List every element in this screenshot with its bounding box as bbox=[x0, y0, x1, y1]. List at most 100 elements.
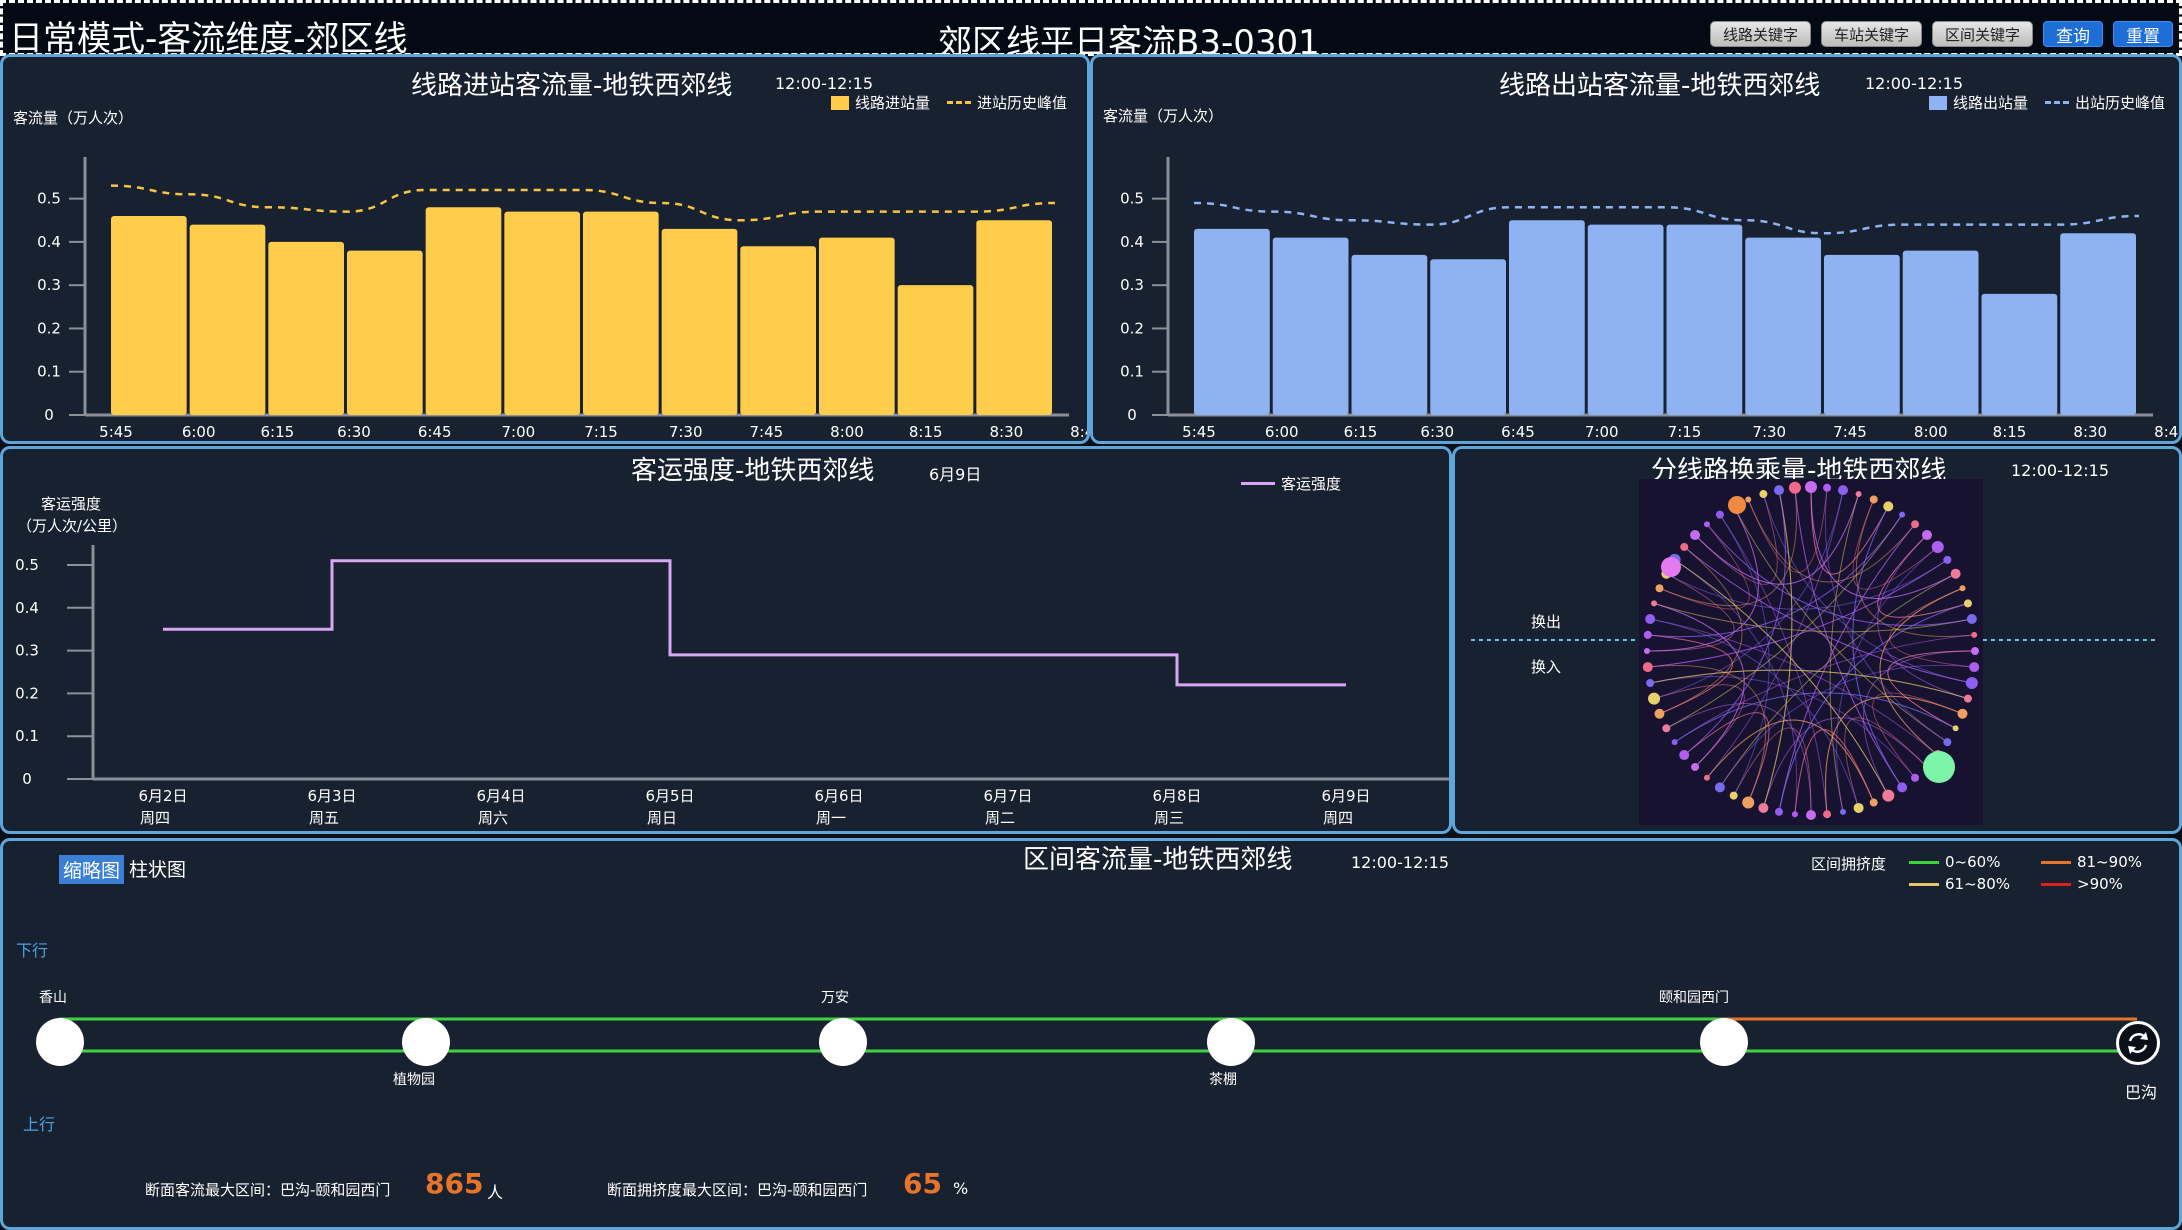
x-tick-label: 8:15 bbox=[1993, 423, 2027, 441]
x-tick-label: 8:45 bbox=[1070, 423, 1090, 441]
station-wanan[interactable] bbox=[819, 1018, 867, 1066]
bar bbox=[347, 250, 423, 415]
entry-flow-chart: 0 0.1 0.2 0.3 0.4 0.5 5:45 6:00 6:15 6:30 6:45 7:00… bbox=[37, 157, 1090, 441]
station-chapeng[interactable] bbox=[1207, 1018, 1255, 1066]
x-tick-sublabel: 周四 bbox=[140, 809, 170, 827]
y-tick-label: 0.3 bbox=[1120, 276, 1144, 294]
bar bbox=[1745, 237, 1821, 415]
x-tick-label: 6月5日 bbox=[645, 787, 694, 805]
query-button[interactable]: 查询 bbox=[2043, 21, 2103, 47]
mode-title: 日常模式-客流维度-郊区线 bbox=[9, 19, 408, 59]
station-label-yiheyuanximen: 颐和园西门 bbox=[1659, 990, 1729, 1006]
chord-node bbox=[1855, 491, 1862, 498]
chord-node bbox=[1655, 584, 1664, 593]
x-tick-label: 6月7日 bbox=[983, 787, 1032, 805]
reset-button[interactable]: 重置 bbox=[2113, 21, 2173, 47]
x-tick-sublabel: 周三 bbox=[1154, 809, 1184, 827]
x-tick-label: 7:15 bbox=[584, 423, 618, 441]
bar bbox=[2060, 233, 2136, 415]
chord-node bbox=[1646, 678, 1655, 687]
max-crowd-value: 65 bbox=[903, 1167, 942, 1200]
y-tick-label: 0.3 bbox=[37, 276, 61, 294]
chord-node bbox=[1899, 511, 1906, 518]
y-tick-label: 0 bbox=[22, 770, 32, 788]
transfer-chord-diagram bbox=[1471, 479, 2155, 825]
y-tick-label: 0.1 bbox=[15, 727, 39, 745]
intensity-line bbox=[163, 559, 1346, 687]
chord-node bbox=[1654, 708, 1665, 719]
bar bbox=[111, 215, 187, 415]
chord-node bbox=[1643, 630, 1652, 639]
chord-node bbox=[1952, 725, 1959, 732]
chord-node bbox=[1966, 614, 1977, 625]
section-keyword-button[interactable]: 区间关键字 bbox=[1931, 21, 2033, 47]
x-tick-label: 6月2日 bbox=[138, 787, 187, 805]
chord-node bbox=[1679, 750, 1690, 761]
y-tick-label: 0 bbox=[1127, 406, 1137, 424]
line-keyword-button[interactable]: 线路关键字 bbox=[1709, 21, 1811, 47]
chord-node bbox=[1745, 496, 1752, 503]
y-tick-label: 0.4 bbox=[37, 233, 61, 251]
chord-node bbox=[1642, 662, 1653, 673]
chord-node bbox=[1823, 810, 1832, 819]
bar bbox=[661, 228, 738, 415]
chord-node bbox=[1823, 483, 1832, 492]
chord-node bbox=[1853, 802, 1864, 813]
chord-node bbox=[1805, 481, 1817, 493]
chord-node bbox=[1965, 676, 1978, 689]
chord-node bbox=[1883, 501, 1894, 512]
x-tick-sublabel: 周六 bbox=[478, 809, 508, 827]
chord-node bbox=[1957, 708, 1968, 719]
transfer-panel: 分线路换乘量-地铁西郊线 12:00-12:15 换出 换入 bbox=[1452, 446, 2182, 834]
x-tick-label: 7:45 bbox=[749, 423, 783, 441]
y-tick-label: 0.5 bbox=[1120, 190, 1144, 208]
chord-node bbox=[1680, 542, 1689, 551]
chord-node bbox=[1648, 692, 1661, 705]
x-tick-label: 8:00 bbox=[830, 423, 864, 441]
max-crowd-unit: % bbox=[953, 1179, 969, 1198]
x-tick-label: 5:45 bbox=[99, 423, 133, 441]
station-label-xiangshan: 香山 bbox=[39, 990, 67, 1006]
x-tick-label: 6月3日 bbox=[307, 787, 356, 805]
station-label-bagou: 巴沟 bbox=[2125, 1083, 2158, 1102]
y-tick-label: 0.1 bbox=[1120, 363, 1144, 381]
bar bbox=[189, 224, 266, 415]
exit-flow-panel: 线路出站客流量-地铁西郊线 12:00-12:15 客流量（万人次） 线路出站量… bbox=[1090, 54, 2182, 444]
x-tick-label: 6:15 bbox=[260, 423, 294, 441]
chord-node bbox=[1911, 520, 1920, 529]
max-flow-label: 断面客流最大区间：巴沟-颐和园西门 bbox=[145, 1181, 391, 1199]
station-keyword-button[interactable]: 车站关键字 bbox=[1820, 21, 1922, 47]
chord-node bbox=[1662, 724, 1671, 733]
bar bbox=[740, 246, 816, 415]
x-tick-label: 8:45 bbox=[2154, 423, 2182, 441]
bar bbox=[1351, 254, 1428, 415]
chord-node bbox=[1897, 782, 1908, 793]
station-yiheyuanximen[interactable] bbox=[1700, 1018, 1748, 1066]
x-tick-label: 8:30 bbox=[989, 423, 1023, 441]
chord-node bbox=[1869, 798, 1878, 807]
chord-node bbox=[1651, 600, 1658, 607]
chord-node bbox=[1963, 599, 1972, 608]
x-tick-label: 7:00 bbox=[501, 423, 535, 441]
x-tick-label: 8:00 bbox=[1914, 423, 1948, 441]
x-tick-label: 7:30 bbox=[1752, 423, 1786, 441]
x-tick-label: 7:45 bbox=[1833, 423, 1867, 441]
station-label-wanan: 万安 bbox=[821, 990, 849, 1006]
x-tick-label: 7:00 bbox=[1585, 423, 1619, 441]
x-tick-label: 6:15 bbox=[1344, 423, 1378, 441]
station-zhiwuyuan[interactable] bbox=[402, 1018, 450, 1066]
y-tick-label: 0.1 bbox=[37, 363, 61, 381]
chord-node bbox=[1839, 808, 1846, 815]
x-tick-label: 6:30 bbox=[1420, 423, 1454, 441]
chord-node bbox=[1791, 811, 1798, 818]
y-tick-label: 0.4 bbox=[1120, 233, 1144, 251]
chord-node bbox=[1703, 521, 1710, 528]
x-tick-label: 8:15 bbox=[909, 423, 943, 441]
bar bbox=[268, 241, 344, 415]
y-tick-label: 0.4 bbox=[15, 599, 39, 617]
station-bagou[interactable] bbox=[2116, 1021, 2160, 1065]
chord-node bbox=[1882, 789, 1895, 802]
station-label-zhiwuyuan: 植物园 bbox=[393, 1072, 435, 1088]
station-xiangshan[interactable] bbox=[36, 1018, 84, 1066]
chord-node bbox=[1788, 481, 1801, 494]
